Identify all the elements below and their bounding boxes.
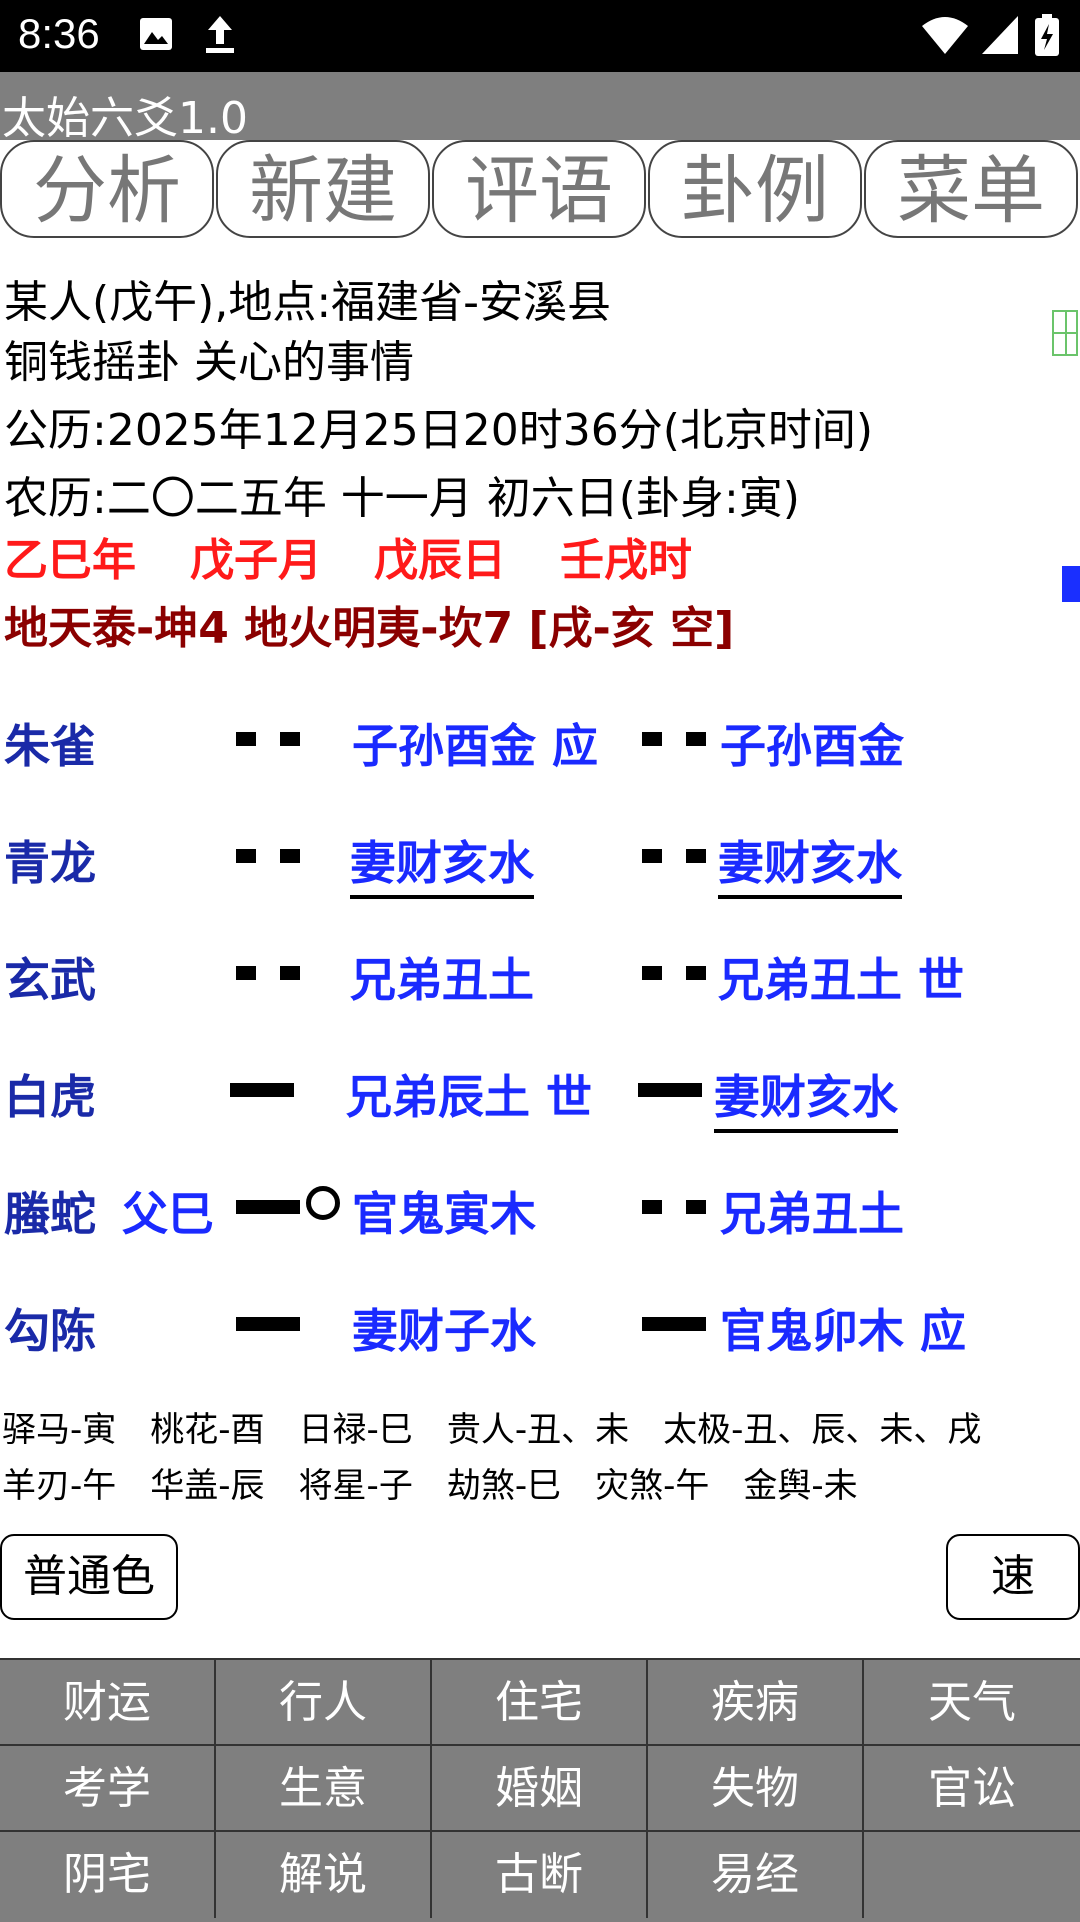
change-yin-line xyxy=(642,849,706,863)
status-time: 8:36 xyxy=(18,10,100,57)
ganzhi-year: 乙巳年 xyxy=(4,535,136,586)
topic-lost-items[interactable]: 失物 xyxy=(648,1746,864,1832)
shensha-row-2: 羊刃-午 华盖-辰 将星-子 劫煞-巳 灾煞-午 金舆-未 xyxy=(2,1458,892,1507)
shensha-item: 将星-子 xyxy=(298,1466,413,1506)
change-yao: 妻财亥水 xyxy=(718,827,902,899)
topic-grid: 财运 行人 住宅 疾病 天气 考学 生意 婚姻 失物 官讼 阴宅 解说 古断 易… xyxy=(0,1658,1080,1922)
scroll-indicator[interactable] xyxy=(1062,566,1080,602)
topic-yijing[interactable]: 易经 xyxy=(648,1832,864,1918)
topic-weather[interactable]: 天气 xyxy=(864,1660,1080,1746)
change-yao: 子孙酉金 xyxy=(720,719,904,773)
six-god: 勾陈 xyxy=(4,1304,96,1358)
change-yin-line xyxy=(642,966,706,980)
shensha-item: 日禄-巳 xyxy=(298,1410,413,1450)
topic-ancient[interactable]: 古断 xyxy=(432,1832,648,1918)
change-yin-line xyxy=(642,732,706,746)
main-yang-line xyxy=(236,1317,300,1331)
yao-row-3: 白虎 兄弟辰土 世 妻财亥水 xyxy=(0,1061,1080,1141)
app-title: 太始六爻1.0 xyxy=(2,93,248,144)
shensha-item: 驿马-寅 xyxy=(2,1410,117,1450)
signal-icon xyxy=(982,16,1018,54)
grid-icon[interactable] xyxy=(1052,310,1078,356)
change-yao: 兄弟丑土 xyxy=(720,1187,904,1241)
ganzhi-day: 戊辰日 xyxy=(374,535,506,586)
shensha-item: 灾煞-午 xyxy=(595,1466,710,1506)
solar-date: 公历:2025年12月25日20时36分(北京时间) xyxy=(4,405,874,456)
ganzhi-hour: 壬戌时 xyxy=(560,535,692,586)
image-icon xyxy=(140,18,172,50)
moving-circle-icon xyxy=(306,1186,340,1220)
change-yang-line xyxy=(642,1317,706,1331)
main-yao: 兄弟辰土 世 xyxy=(346,1070,593,1124)
topic-wealth[interactable]: 财运 xyxy=(0,1660,216,1746)
yao-row-5: 青龙 妻财亥水 妻财亥水 xyxy=(0,827,1080,907)
shensha-item: 太极-丑、辰、未、戌 xyxy=(663,1410,982,1450)
main-yang-line xyxy=(236,1200,300,1214)
topic-empty xyxy=(864,1832,1080,1918)
six-god: 白虎 xyxy=(4,1070,96,1124)
main-yang-line xyxy=(230,1083,294,1097)
topic-traveler[interactable]: 行人 xyxy=(216,1660,432,1746)
six-god: 青龙 xyxy=(4,836,96,890)
shensha-item: 劫煞-巳 xyxy=(446,1466,562,1506)
topic-explanation[interactable]: 解说 xyxy=(216,1832,432,1918)
change-yao: 妻财亥水 xyxy=(714,1061,898,1133)
color-mode-button[interactable]: 普通色 xyxy=(0,1534,178,1620)
main-yao: 妻财子水 xyxy=(352,1304,536,1358)
tab-new[interactable]: 新建 xyxy=(216,140,430,238)
status-bar: 8:36 xyxy=(0,0,1080,72)
tab-menu[interactable]: 菜单 xyxy=(864,140,1078,238)
battery-icon xyxy=(1035,14,1059,56)
yao-row-1: 勾陈 妻财子水 官鬼卯木 应 xyxy=(0,1295,1080,1375)
change-yang-line xyxy=(638,1083,702,1097)
main-yao: 妻财亥水 xyxy=(350,827,534,899)
main-yao: 子孙酉金 应 xyxy=(352,719,599,773)
app-title-bar: 太始六爻1.0 xyxy=(0,72,1080,144)
change-yao: 官鬼卯木 应 xyxy=(720,1304,967,1358)
shensha-item: 金舆-未 xyxy=(743,1466,858,1506)
wifi-icon xyxy=(922,17,968,54)
six-god: 朱雀 xyxy=(4,719,96,773)
person-info: 某人(戊午),地点:福建省-安溪县 xyxy=(4,277,612,328)
main-yao: 官鬼寅木 xyxy=(352,1187,536,1241)
topic-grave[interactable]: 阴宅 xyxy=(0,1832,216,1918)
change-yin-line xyxy=(642,1200,706,1214)
change-yao: 兄弟丑土 世 xyxy=(718,953,965,1007)
topic-exams[interactable]: 考学 xyxy=(0,1746,216,1832)
main-yin-line xyxy=(236,849,300,863)
topic-business[interactable]: 生意 xyxy=(216,1746,432,1832)
topic-illness[interactable]: 疾病 xyxy=(648,1660,864,1746)
shensha-item: 华盖-辰 xyxy=(150,1466,265,1506)
tab-examples[interactable]: 卦例 xyxy=(648,140,862,238)
top-tabs: 分析 新建 评语 卦例 菜单 xyxy=(0,140,1080,242)
method-info: 铜钱摇卦 关心的事情 xyxy=(4,337,414,388)
fu-yao: 父巳 xyxy=(122,1187,214,1241)
yao-row-4: 玄武 兄弟丑土 兄弟丑土 世 xyxy=(0,944,1080,1024)
speed-button[interactable]: 速 xyxy=(946,1534,1080,1620)
ganzhi-month: 戊子月 xyxy=(190,535,322,586)
yao-row-6: 朱雀 子孙酉金 应 子孙酉金 xyxy=(0,710,1080,790)
topic-marriage[interactable]: 婚姻 xyxy=(432,1746,648,1832)
upload-icon xyxy=(206,16,234,53)
six-god: 玄武 xyxy=(4,953,96,1007)
six-god: 螣蛇 xyxy=(4,1187,96,1241)
main-yin-line xyxy=(236,966,300,980)
topic-lawsuit[interactable]: 官讼 xyxy=(864,1746,1080,1832)
shensha-item: 桃花-酉 xyxy=(150,1410,265,1450)
tab-comments[interactable]: 评语 xyxy=(432,140,646,238)
lunar-date: 农历:二〇二五年 十一月 初六日(卦身:寅) xyxy=(4,473,800,524)
shensha-item: 贵人-丑、未 xyxy=(446,1410,630,1450)
hexagram-name: 地天泰-坤4 地火明夷-坎7 [戌-亥 空] xyxy=(4,603,735,654)
main-yao: 兄弟丑土 xyxy=(350,953,534,1007)
yao-row-2: 螣蛇 父巳 官鬼寅木 兄弟丑土 xyxy=(0,1178,1080,1258)
shensha-item: 羊刃-午 xyxy=(2,1466,117,1506)
tab-analysis[interactable]: 分析 xyxy=(0,140,214,238)
topic-residence[interactable]: 住宅 xyxy=(432,1660,648,1746)
shensha-row-1: 驿马-寅 桃花-酉 日禄-巳 贵人-丑、未 太极-丑、辰、未、戌 xyxy=(2,1402,1015,1451)
main-yin-line xyxy=(236,732,300,746)
